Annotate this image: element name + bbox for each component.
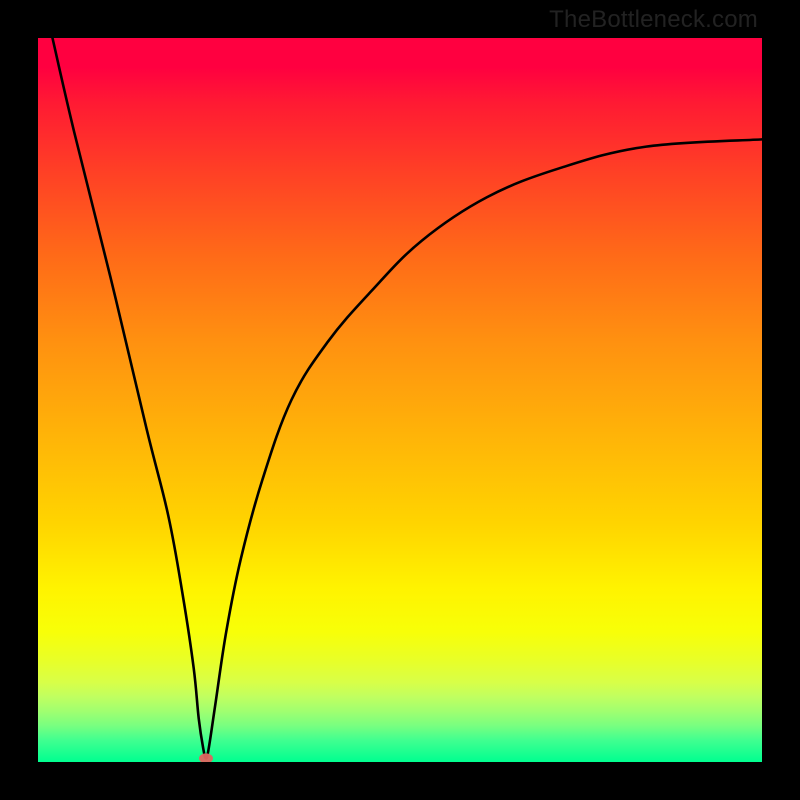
plot-area: [38, 38, 762, 762]
watermark-text: TheBottleneck.com: [549, 6, 758, 34]
curve-layer: [38, 38, 762, 762]
minimum-marker-icon: [199, 753, 213, 762]
chart-frame: TheBottleneck.com: [0, 0, 800, 800]
bottleneck-curve: [52, 38, 762, 758]
